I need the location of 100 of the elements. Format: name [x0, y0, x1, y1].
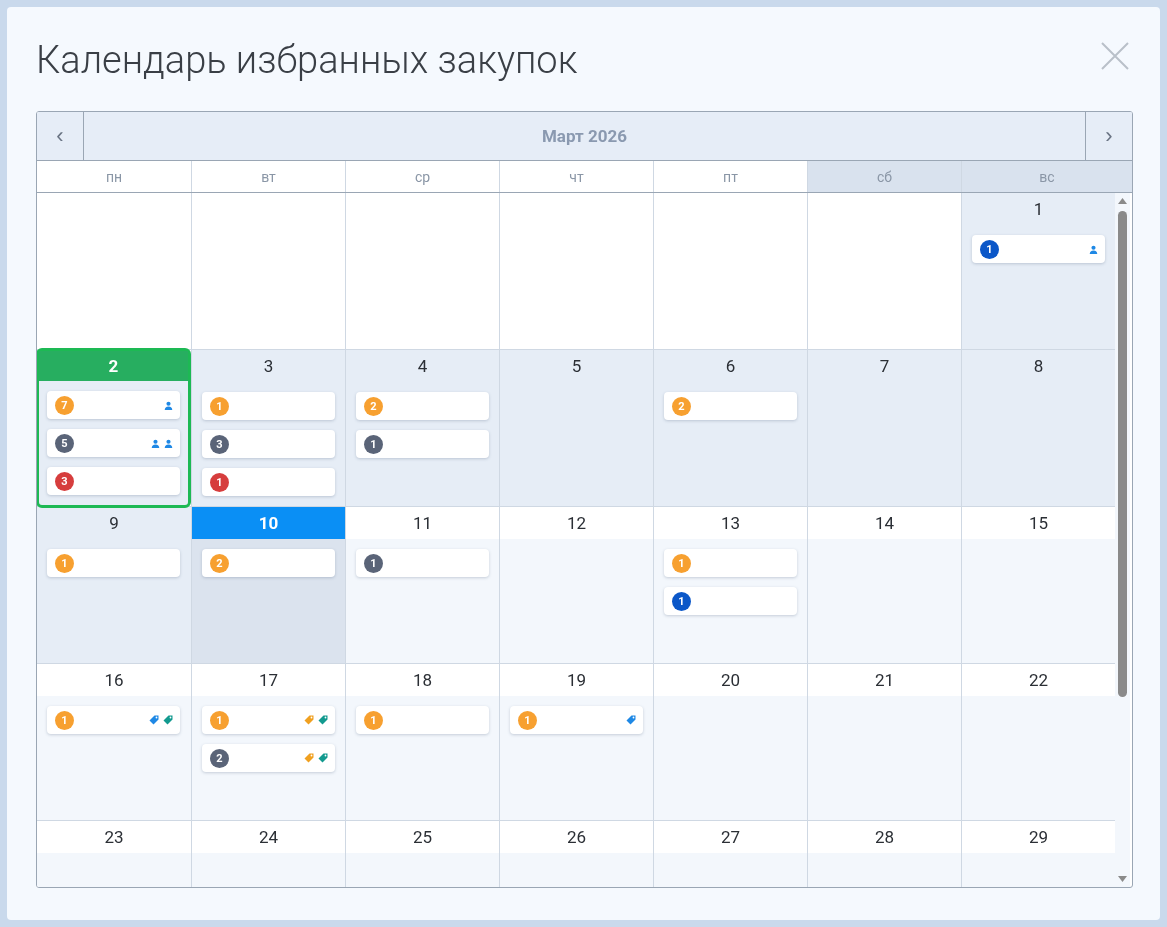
count-badge: 1	[210, 472, 229, 492]
event-card[interactable]: 1	[202, 468, 335, 496]
weekday-header: чт	[499, 161, 653, 192]
day-number: 2	[39, 351, 188, 381]
event-card[interactable]: 3	[47, 467, 180, 495]
event-card[interactable]: 3	[202, 430, 335, 458]
day-number: 15	[962, 507, 1115, 539]
count-badge: 2	[672, 396, 691, 416]
day-cell[interactable]: 1 1	[961, 193, 1115, 349]
day-cell[interactable]: 23	[37, 821, 191, 887]
day-number: 18	[346, 664, 499, 696]
count-badge: 1	[364, 434, 383, 454]
day-number: 21	[808, 664, 961, 696]
person-icon	[164, 400, 173, 410]
count-badge: 1	[55, 710, 74, 730]
day-number: 20	[654, 664, 807, 696]
weekday-header: пн	[104, 167, 124, 187]
day-cell[interactable]: 5	[499, 350, 653, 506]
day-cell[interactable]: 11 1	[345, 507, 499, 663]
scroll-up-icon[interactable]	[1117, 197, 1128, 205]
month-title: Март 2026	[541, 125, 628, 148]
count-badge: 2	[210, 553, 229, 573]
next-month-button[interactable]: ›	[1085, 112, 1132, 160]
day-number: 4	[416, 355, 429, 378]
count-badge: 1	[980, 239, 999, 259]
day-number: 26	[500, 821, 653, 853]
count-badge: 5	[55, 433, 74, 453]
day-cell[interactable]: 20	[653, 664, 807, 820]
event-card[interactable]: 1	[356, 430, 489, 458]
day-cell[interactable]: 6 2	[653, 350, 807, 506]
count-badge: 1	[364, 553, 383, 573]
event-card[interactable]: 5	[47, 429, 180, 457]
person-icon	[151, 438, 160, 448]
weekday-header: сб	[807, 161, 961, 192]
day-cell[interactable]: 22	[961, 664, 1115, 820]
event-card[interactable]: 1	[664, 587, 797, 615]
day-cell[interactable]: 2 7 5 3	[37, 348, 191, 508]
day-cell[interactable]: 21	[807, 664, 961, 820]
day-number: 7	[878, 355, 891, 378]
count-badge: 1	[210, 710, 229, 730]
scrollbar[interactable]	[1115, 193, 1130, 887]
scroll-down-icon[interactable]	[1117, 875, 1128, 883]
day-number: 3	[262, 355, 275, 378]
day-number: 5	[570, 355, 583, 378]
day-number: 11	[346, 507, 499, 539]
day-number: 6	[724, 355, 737, 378]
day-number: 29	[962, 821, 1115, 853]
day-cell[interactable]: 18 1	[345, 664, 499, 820]
dialog-title: Календарь избранных закупок	[36, 37, 578, 83]
day-cell[interactable]: 28	[807, 821, 961, 887]
day-cell[interactable]: 27	[653, 821, 807, 887]
event-card[interactable]: 2	[202, 744, 335, 772]
day-number: 24	[192, 821, 345, 853]
day-number: 8	[1032, 355, 1045, 378]
day-cell[interactable]: 12	[499, 507, 653, 663]
day-number: 22	[962, 664, 1115, 696]
weekday-header: вс	[961, 161, 1132, 192]
day-cell[interactable]: 8	[961, 350, 1115, 506]
day-number: 16	[37, 664, 191, 696]
day-cell[interactable]: 7	[807, 350, 961, 506]
day-number: 14	[808, 507, 961, 539]
day-cell[interactable]: 14	[807, 507, 961, 663]
person-icon	[1089, 244, 1098, 254]
day-cell[interactable]: 17 1 2	[191, 664, 345, 820]
day-number: 1	[1032, 198, 1045, 221]
day-cell[interactable]: 9 1	[37, 507, 191, 663]
day-cell[interactable]: 25	[345, 821, 499, 887]
count-badge: 1	[672, 591, 691, 611]
day-cell[interactable]: 19 1	[499, 664, 653, 820]
day-cell[interactable]: 3 1 3 1	[191, 350, 345, 506]
weekday-header: вт	[191, 161, 345, 192]
close-icon[interactable]	[1100, 41, 1130, 71]
count-badge: 1	[210, 396, 229, 416]
count-badge: 3	[55, 471, 74, 491]
day-number: 27	[654, 821, 807, 853]
count-badge: 2	[364, 396, 383, 416]
day-cell[interactable]: 16 1	[37, 664, 191, 820]
person-icon	[164, 438, 173, 448]
day-number: 19	[500, 664, 653, 696]
count-badge: 1	[672, 553, 691, 573]
day-cell[interactable]: 4 2 1	[345, 350, 499, 506]
day-number: 13	[654, 507, 807, 539]
event-card[interactable]: 1	[972, 235, 1105, 263]
count-badge: 1	[364, 710, 383, 730]
event-card[interactable]: 1	[356, 549, 489, 577]
weekday-header: ср	[345, 161, 499, 192]
day-number: 17	[192, 664, 345, 696]
day-cell[interactable]: 29	[961, 821, 1115, 887]
day-number: 23	[37, 821, 191, 853]
day-cell[interactable]: 13 1 1	[653, 507, 807, 663]
day-number: 10	[192, 507, 345, 539]
day-cell[interactable]: 26	[499, 821, 653, 887]
count-badge: 2	[210, 748, 229, 768]
count-badge: 7	[55, 395, 74, 415]
day-number: 28	[808, 821, 961, 853]
previous-month-button[interactable]: ‹	[37, 112, 84, 160]
day-cell[interactable]: 24	[191, 821, 345, 887]
day-cell[interactable]: 15	[961, 507, 1115, 663]
day-number: 9	[108, 512, 120, 535]
count-badge: 1	[55, 553, 74, 573]
